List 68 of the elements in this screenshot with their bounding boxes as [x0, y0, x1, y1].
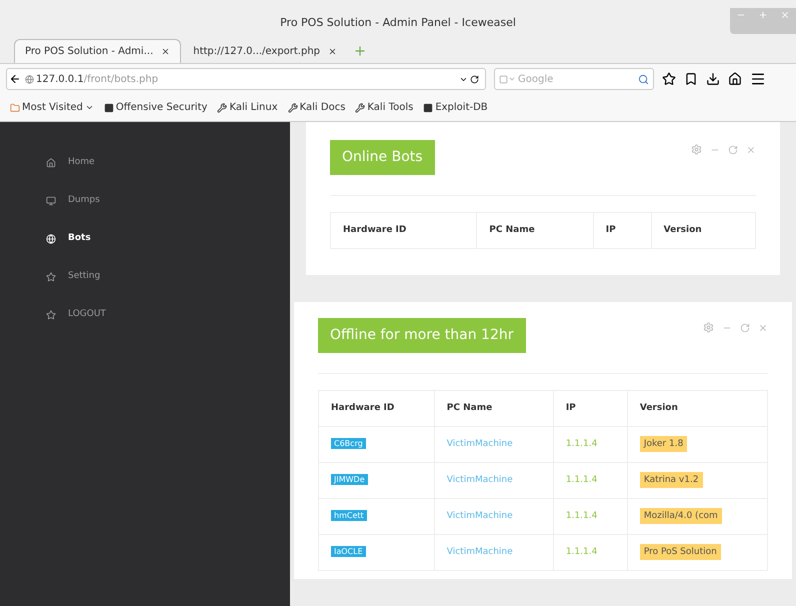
- close-icon[interactable]: [758, 322, 768, 332]
- hardware-id-badge: IaOCLE: [331, 546, 366, 557]
- window-title: Pro POS Solution - Admin Panel - Iceweasel: [280, 14, 516, 31]
- sidebar-item[interactable]: Home: [46, 144, 290, 182]
- ip-text: 1.1.1.4: [566, 546, 598, 557]
- sidebar-item[interactable]: LOGOUT: [46, 296, 290, 334]
- square-icon: [104, 102, 114, 112]
- search-icon[interactable]: [638, 74, 649, 84]
- column-header: Version: [627, 390, 768, 426]
- wrench-icon: [355, 102, 366, 112]
- home-icon: [46, 158, 56, 168]
- reload-icon[interactable]: [470, 74, 479, 84]
- hardware-id-badge: hmCett: [331, 510, 367, 521]
- bookmark-item[interactable]: Most Visited: [10, 100, 94, 115]
- close-tab-icon[interactable]: [161, 47, 170, 56]
- bookmark-item[interactable]: Exploit-DB: [423, 100, 488, 115]
- column-header: IP: [593, 212, 652, 248]
- hardware-id-badge: C6Bcrg: [331, 438, 366, 449]
- new-tab-icon[interactable]: [353, 44, 368, 58]
- settings-icon[interactable]: [691, 144, 702, 155]
- star-icon[interactable]: [662, 72, 676, 86]
- bookmark-item[interactable]: Offensive Security: [104, 100, 208, 115]
- close-tab-icon[interactable]: [328, 46, 338, 56]
- back-icon[interactable]: [9, 73, 21, 85]
- ip-text: 1.1.1.4: [566, 438, 598, 449]
- folder-icon: [10, 102, 20, 112]
- sidebar-item[interactable]: Setting: [46, 258, 290, 296]
- dropdown-icon: [84, 103, 94, 112]
- square-icon: [423, 102, 434, 112]
- ip-text: 1.1.1.4: [566, 474, 598, 485]
- column-header: Version: [651, 212, 756, 248]
- browser-tab[interactable]: http://127.0.../export.php: [183, 39, 348, 63]
- browser-tab[interactable]: Pro POS Solution - Admi...: [14, 39, 182, 63]
- monitor-icon: [46, 196, 56, 206]
- hardware-id-badge: JIMWDe: [331, 474, 368, 485]
- wrench-icon: [288, 102, 298, 112]
- bookmark-item[interactable]: Kali Docs: [288, 100, 346, 115]
- globe-icon: [46, 234, 56, 244]
- bookmark-item[interactable]: Kali Tools: [355, 100, 414, 115]
- refresh-icon[interactable]: [740, 322, 750, 332]
- version-badge: Pro PoS Solution: [640, 544, 721, 560]
- bookmark-item[interactable]: Kali Linux: [217, 100, 278, 115]
- refresh-icon[interactable]: [728, 144, 738, 154]
- settings-icon[interactable]: [703, 322, 714, 333]
- column-header: PC Name: [434, 390, 554, 426]
- menu-icon[interactable]: [750, 71, 766, 87]
- sidebar-item[interactable]: Dumps: [46, 182, 290, 220]
- column-header: PC Name: [476, 212, 594, 248]
- version-badge: Katrina v1.2: [640, 472, 703, 488]
- wrench-icon: [217, 102, 228, 112]
- column-header: Hardware ID: [318, 390, 434, 426]
- bookmark-icon[interactable]: [684, 72, 698, 86]
- sidebar-item[interactable]: Bots: [46, 220, 290, 258]
- search-engine-icon[interactable]: [499, 74, 508, 84]
- star-icon: [46, 272, 56, 282]
- panel-title: Offline for more than 12hr: [318, 318, 526, 353]
- ip-text: 1.1.1.4: [566, 510, 598, 521]
- version-badge: Joker 1.8: [640, 436, 688, 452]
- column-header: Hardware ID: [330, 212, 477, 248]
- version-badge: Mozilla/4.0 (com: [640, 508, 722, 524]
- address-field[interactable]: 127.0.0.1/front/bots.php: [6, 68, 486, 90]
- home-icon[interactable]: [728, 72, 742, 86]
- download-icon[interactable]: [706, 72, 720, 86]
- star-icon: [46, 310, 56, 320]
- column-header: IP: [553, 390, 628, 426]
- panel-title: Online Bots: [330, 140, 435, 175]
- globe-icon: [25, 74, 34, 84]
- close-icon[interactable]: [746, 144, 756, 154]
